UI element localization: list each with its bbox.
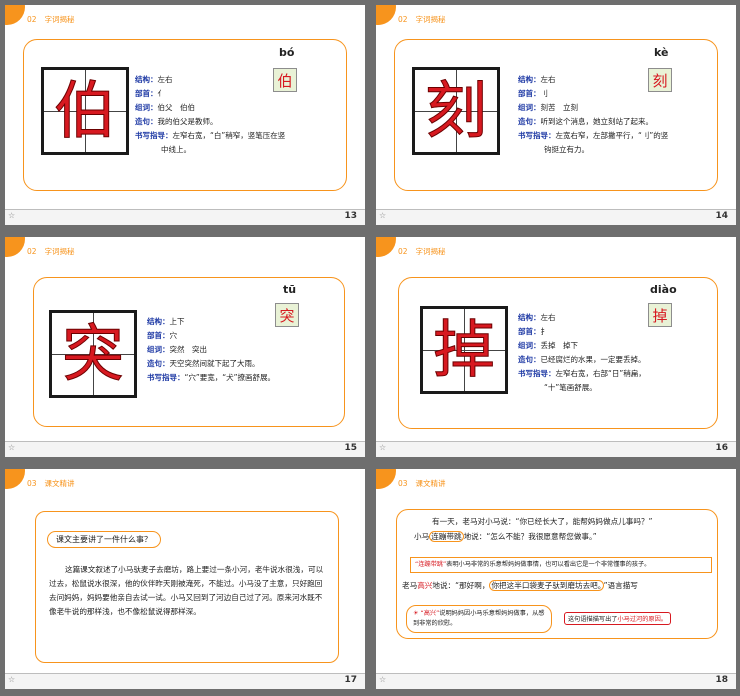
corner-decoration	[5, 237, 25, 257]
star-icon[interactable]: ☆	[8, 675, 15, 684]
char-grid: 刻	[412, 67, 500, 155]
question-bubble: 课文主要讲了一件什么事？	[47, 531, 161, 548]
char-info: 结构：左右 部首：刂 组词：刻苦 立刻 造句：听到这个消息，她立刻站了起来。 书…	[518, 75, 669, 154]
star-icon[interactable]: ☆	[8, 211, 15, 220]
page-number: 14	[715, 211, 728, 221]
slide-14[interactable]: 02 字词揭秘 刻 kè 刻 结构：左右 部首：刂 组词：刻苦 立刻 造句：听到这…	[376, 5, 736, 225]
char-small-box: 掉	[648, 303, 672, 327]
summary-paragraph: 这篇课文叙述了小马驮麦子去磨坊，路上要过一条小河，老牛说水很浅，可以过去，松鼠说…	[49, 565, 324, 616]
corner-decoration	[5, 5, 25, 25]
slide-15[interactable]: 02 字词揭秘 突 tū 突 结构：上下 部首：穴 组词：突然 突出 造句：天空突…	[5, 237, 365, 457]
page-number: 16	[715, 443, 728, 453]
pinyin: tū	[283, 283, 297, 296]
char-glyph: 刻	[424, 74, 487, 147]
section-header: 02 字词揭秘	[398, 247, 446, 256]
char-grid: 掉	[420, 306, 508, 394]
star-icon[interactable]: ☆	[379, 443, 386, 452]
highlight-lianbengdaitiao: 连蹦带跳	[429, 531, 464, 542]
star-icon[interactable]: ☆	[379, 211, 386, 220]
page-number: 15	[344, 443, 357, 453]
slide-13[interactable]: 02 字词揭秘 伯 bó 伯 结构：左右 部首：亻 组词：伯父 伯伯 造句：我的伯…	[5, 5, 365, 225]
page-number: 17	[344, 675, 357, 685]
slide-footer: ☆ 14	[376, 209, 736, 225]
char-small-box: 突	[275, 303, 299, 327]
pinyin: kè	[654, 46, 669, 59]
highlight-quote: 你把这半口袋麦子驮到磨坊去吧。	[489, 580, 604, 591]
section-header: 02 字词揭秘	[27, 15, 75, 24]
char-glyph: 伯	[53, 74, 116, 147]
note-gaoxing-cloud: ☀ “高兴”说明妈妈因小马乐意帮妈妈做事，从感到非常的欣慰。	[406, 605, 552, 633]
slide-17[interactable]: 03 课文精讲 课文主要讲了一件什么事？ 这篇课文叙述了小马驮麦子去磨坊，路上要过…	[5, 469, 365, 689]
corner-decoration	[376, 237, 396, 257]
char-info: 结构：左右 部首：亻 组词：伯父 伯伯 造句：我的伯父是教师。 书写指导：左窄右…	[135, 75, 286, 154]
slide-footer: ☆ 15	[5, 441, 365, 457]
char-info: 结构：左右 部首：扌 组词：丢掉 掉下 造句：已经腐烂的水果，一定要丢掉。 书写…	[518, 313, 646, 392]
pinyin: bó	[279, 46, 295, 59]
text-line-1: 有一天，老马对小马说：“你已经长大了，能帮妈妈做点儿事吗？”	[432, 517, 653, 526]
section-header: 02 字词揭秘	[27, 247, 75, 256]
star-icon[interactable]: ☆	[379, 675, 386, 684]
char-grid: 伯	[41, 67, 129, 155]
char-info: 结构：上下 部首：穴 组词：突然 突出 造句：天空突然间就下起了大雨。 书写指导…	[147, 317, 276, 382]
char-glyph: 突	[61, 317, 124, 390]
slide-footer: ☆ 18	[376, 673, 736, 689]
note-lianbengdaitiao: “连蹦带跳”表明小马非常的乐意帮妈妈做事情，也可以看出它是一个非常懂事的孩子。	[410, 557, 712, 573]
slide-footer: ☆ 17	[5, 673, 365, 689]
corner-decoration	[5, 469, 25, 489]
slide-16[interactable]: 02 字词揭秘 掉 diào 掉 结构：左右 部首：扌 组词：丢掉 掉下 造句：已…	[376, 237, 736, 457]
note-reason-tag: 这句语描描写出了小马过河的原因。	[564, 612, 671, 625]
char-glyph: 掉	[432, 313, 495, 386]
text-line-3: 老马高兴地说：“那好啊， 你把这半口袋麦子驮到磨坊去吧。 ”语言描写	[402, 580, 638, 591]
slide-footer: ☆ 13	[5, 209, 365, 225]
slide-footer: ☆ 16	[376, 441, 736, 457]
slide-18[interactable]: 03 课文精讲 有一天，老马对小马说：“你已经长大了，能帮妈妈做点儿事吗？” 小马…	[376, 469, 736, 689]
corner-decoration	[376, 5, 396, 25]
page-number: 13	[344, 211, 357, 221]
section-header: 03 课文精讲	[27, 479, 75, 488]
section-header: 03 课文精讲	[398, 479, 446, 488]
pinyin: diào	[650, 283, 677, 296]
corner-decoration	[376, 469, 396, 489]
text-line-2: 小马 连蹦带跳 地说：“怎么不能？我很愿意帮您做事。”	[414, 531, 597, 542]
page-number: 18	[715, 675, 728, 685]
star-icon[interactable]: ☆	[8, 443, 15, 452]
section-header: 02 字词揭秘	[398, 15, 446, 24]
char-grid: 突	[49, 310, 137, 398]
